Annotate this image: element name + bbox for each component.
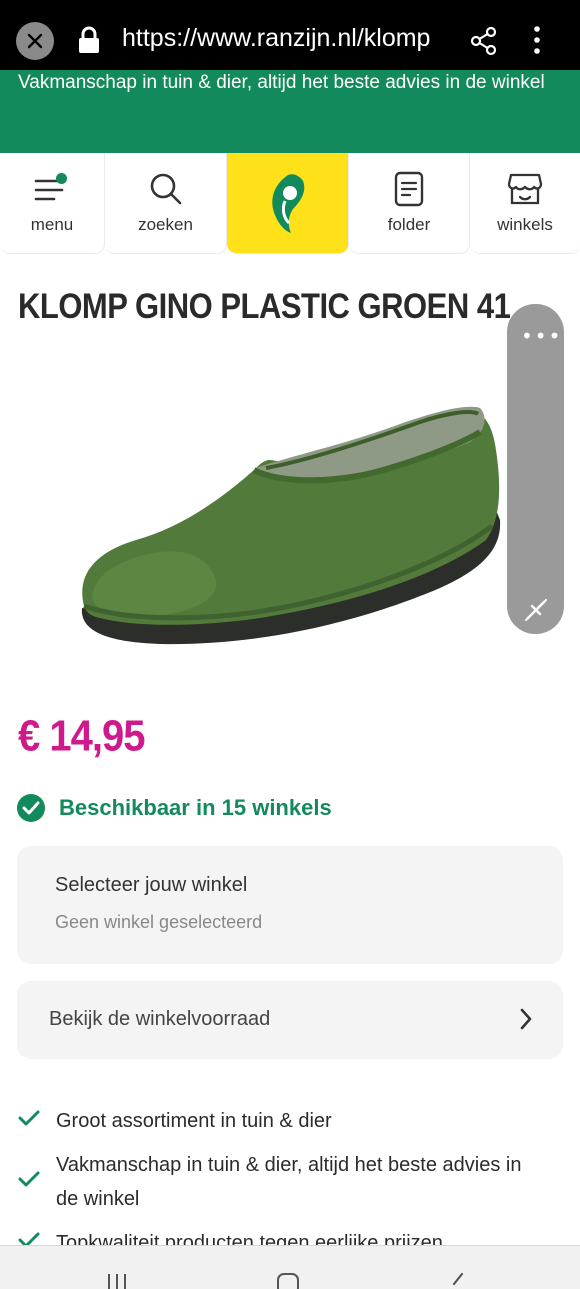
- nav-label-folder: folder: [387, 215, 431, 234]
- recent-apps-icon[interactable]: [105, 1272, 129, 1289]
- chevron-right-icon: [519, 1007, 533, 1035]
- store-select-subtext: Geen winkel geselecteerd: [55, 912, 263, 932]
- nav-item-home-logo[interactable]: [227, 153, 349, 254]
- nav-label-search: zoeken: [138, 215, 193, 234]
- floating-overlay-handle[interactable]: •••: [507, 304, 564, 634]
- back-icon[interactable]: [450, 1272, 466, 1289]
- check-icon: [18, 1165, 56, 1199]
- promo-banner: Vakmanschap in tuin & dier, altijd het b…: [0, 70, 580, 153]
- nav-label-stores: winkels: [497, 215, 553, 234]
- banner-text: Vakmanschap in tuin & dier, altijd het b…: [18, 72, 545, 93]
- browser-toolbar: https://www.ranzijn.nl/klomp: [0, 0, 580, 80]
- logo-icon: [271, 174, 304, 233]
- product-image: [40, 360, 540, 690]
- check-circle-icon: [17, 794, 45, 822]
- usp-text: Groot assortiment in tuin & dier: [56, 1110, 332, 1132]
- unpin-icon[interactable]: [522, 596, 550, 628]
- notification-dot: [56, 173, 67, 184]
- usp-item: Vakmanschap in tuin & dier, altijd het b…: [18, 1148, 538, 1216]
- availability-row: Beschikbaar in 15 winkels: [16, 793, 332, 823]
- store-stock-label: Bekijk de winkelvoorraad: [49, 1008, 271, 1030]
- nav-label-menu: menu: [30, 215, 74, 234]
- nav-item-stores[interactable]: winkels: [470, 153, 580, 254]
- url-bar[interactable]: https://www.ranzijn.nl/klomp: [122, 24, 452, 53]
- close-tab-button[interactable]: [16, 22, 54, 60]
- check-icon: [18, 1104, 56, 1138]
- share-icon[interactable]: [470, 26, 498, 60]
- overlay-more-icon[interactable]: •••: [521, 324, 562, 348]
- search-icon: [105, 171, 226, 207]
- nav-item-menu[interactable]: menu: [0, 153, 105, 254]
- system-navigation-bar: [0, 1245, 580, 1289]
- store-select-heading: Selecteer jouw winkel: [55, 874, 248, 896]
- usp-item: Groot assortiment in tuin & dier: [18, 1104, 538, 1138]
- folder-icon: [349, 171, 469, 207]
- store-icon: [470, 171, 580, 207]
- store-select-card[interactable]: Selecteer jouw winkel Geen winkel gesele…: [17, 846, 563, 964]
- menu-icon: [0, 171, 104, 205]
- lock-icon: [78, 26, 100, 58]
- main-nav: menu zoeken folder winkels: [0, 153, 580, 254]
- store-stock-link[interactable]: Bekijk de winkelvoorraad: [17, 981, 563, 1059]
- usp-text: Vakmanschap in tuin & dier, altijd het b…: [56, 1154, 522, 1210]
- more-options-icon[interactable]: [532, 24, 542, 60]
- product-title: KLOMP GINO PLASTIC GROEN 41: [18, 286, 511, 327]
- home-icon[interactable]: [276, 1272, 300, 1289]
- product-price: € 14,95: [18, 712, 145, 761]
- close-icon: [27, 33, 43, 49]
- nav-item-search[interactable]: zoeken: [105, 153, 227, 254]
- nav-item-folder[interactable]: folder: [349, 153, 470, 254]
- availability-text: Beschikbaar in 15 winkels: [59, 795, 332, 820]
